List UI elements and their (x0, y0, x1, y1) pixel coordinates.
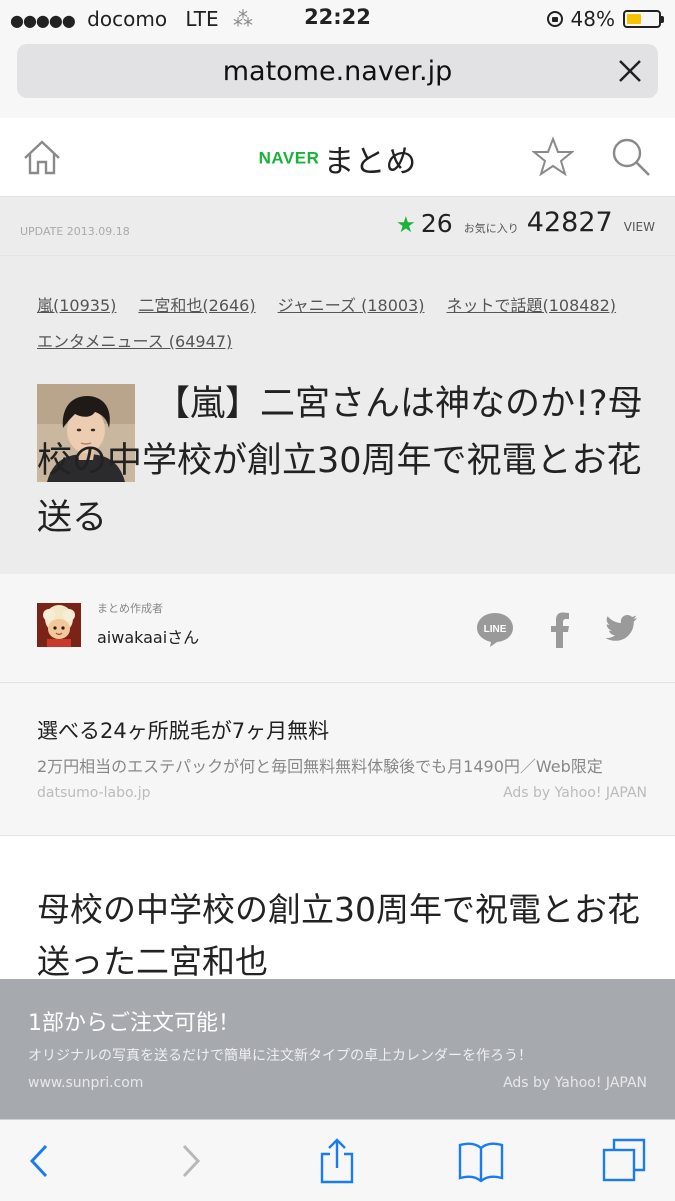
author-row: まとめ作成者 aiwakaaiさん LINE (0, 574, 675, 683)
favorite-star-icon: ★ (396, 213, 416, 238)
close-icon[interactable] (616, 57, 644, 85)
search-icon[interactable] (610, 136, 652, 178)
status-right: 48% (546, 7, 664, 31)
ad-url: www.sunpri.com (28, 1075, 144, 1091)
author-role: まとめ作成者 (97, 602, 163, 615)
address-bar[interactable]: matome.naver.jp (17, 44, 658, 98)
browser-toolbar (0, 1119, 675, 1201)
back-icon[interactable] (18, 1138, 64, 1184)
battery-icon (623, 10, 664, 28)
ad-title[interactable]: 選べる24ヶ所脱毛が7ヶ月無料 (37, 715, 329, 745)
address-url[interactable]: matome.naver.jp (17, 56, 658, 87)
tag-link[interactable]: ネットで話題(108482) (446, 296, 616, 315)
favorites-label: お気に入り (463, 222, 519, 235)
views-count: 42827 (526, 207, 613, 238)
favorites-count: 26 (420, 209, 453, 238)
update-date: UPDATE 2013.09.18 (20, 225, 130, 238)
line-icon-label: LINE (484, 624, 507, 635)
article-header: 嵐(10935) 二宮和也(2646) ジャニーズ (18003) ネットで話題(10… (0, 256, 675, 574)
status-bar: ●●●●● docomo LTE ⁂ 22:22 48% (0, 0, 675, 38)
battery-percent: 48% (570, 7, 615, 31)
battery-fill (627, 14, 642, 24)
facebook-icon[interactable] (550, 612, 570, 648)
avatar-image (37, 603, 81, 647)
ad-url: datsumo-labo.jp (37, 785, 151, 801)
views: 42827 VIEW (527, 207, 655, 238)
author-avatar[interactable] (37, 603, 81, 647)
logo-matome: まとめ (323, 144, 417, 180)
overlay-ad[interactable]: 1部からご注文可能！ オリジナルの写真を送るだけで簡単に注文新タイプの卓上カレン… (0, 979, 675, 1119)
ad-description: オリジナルの写真を送るだけで簡単に注文新タイプの卓上カレンダーを作ろう！ (28, 1048, 532, 1064)
ad-description: 2万円相当のエステパックが何と毎回無料無料体験後でも月1490円／Web限定 (37, 757, 603, 776)
favorites[interactable]: ★ 26 お気に入り (396, 209, 519, 238)
ad-provider: Ads by Yahoo! JAPAN (503, 1075, 647, 1091)
author-name[interactable]: aiwakaaiさん (97, 624, 199, 648)
line-icon[interactable]: LINE (475, 610, 515, 648)
section-heading: 母校の中学校の創立30周年で祝電とお花送った二宮和也 (37, 890, 640, 981)
tag-link[interactable]: エンタメニュース (64947) (37, 332, 232, 351)
browser-address-area: matome.naver.jp (0, 38, 675, 119)
bookmarks-icon[interactable] (458, 1138, 504, 1184)
article-body: 母校の中学校の創立30周年で祝電とお花送った二宮和也 (0, 836, 675, 996)
tag-link[interactable]: 二宮和也(2646) (138, 296, 255, 315)
ad-title[interactable]: 1部からご注文可能！ (28, 1005, 240, 1037)
sponsored-ad[interactable]: 選べる24ヶ所脱毛が7ヶ月無料 2万円相当のエステパックが何と毎回無料無料体験後… (0, 683, 675, 836)
orientation-lock-icon (546, 11, 563, 27)
site-header: NAVER まとめ (0, 118, 675, 197)
ad-provider: Ads by Yahoo! JAPAN (503, 785, 647, 801)
article-meta: UPDATE 2013.09.18 ★ 26 お気に入り 42827 VIEW (0, 197, 675, 256)
tabs-icon[interactable] (602, 1138, 648, 1184)
article-title-text: 【嵐】二宮さんは神なのか!?母校の中学校が創立30周年で祝電とお花送る (37, 384, 643, 538)
tag-link[interactable]: 嵐(10935) (37, 296, 116, 315)
logo-naver: NAVER (258, 148, 320, 168)
tag-list: 嵐(10935) 二宮和也(2646) ジャニーズ (18003) ネットで話題(10… (37, 288, 647, 360)
article-title: 【嵐】二宮さんは神なのか!?母校の中学校が創立30周年で祝電とお花送る (37, 376, 647, 547)
share-icon[interactable] (314, 1138, 360, 1184)
views-label: VIEW (623, 220, 655, 234)
star-icon[interactable] (532, 136, 574, 176)
tag-link[interactable]: ジャニーズ (18003) (278, 296, 425, 315)
twitter-icon[interactable] (604, 614, 638, 644)
forward-icon[interactable] (166, 1138, 212, 1184)
